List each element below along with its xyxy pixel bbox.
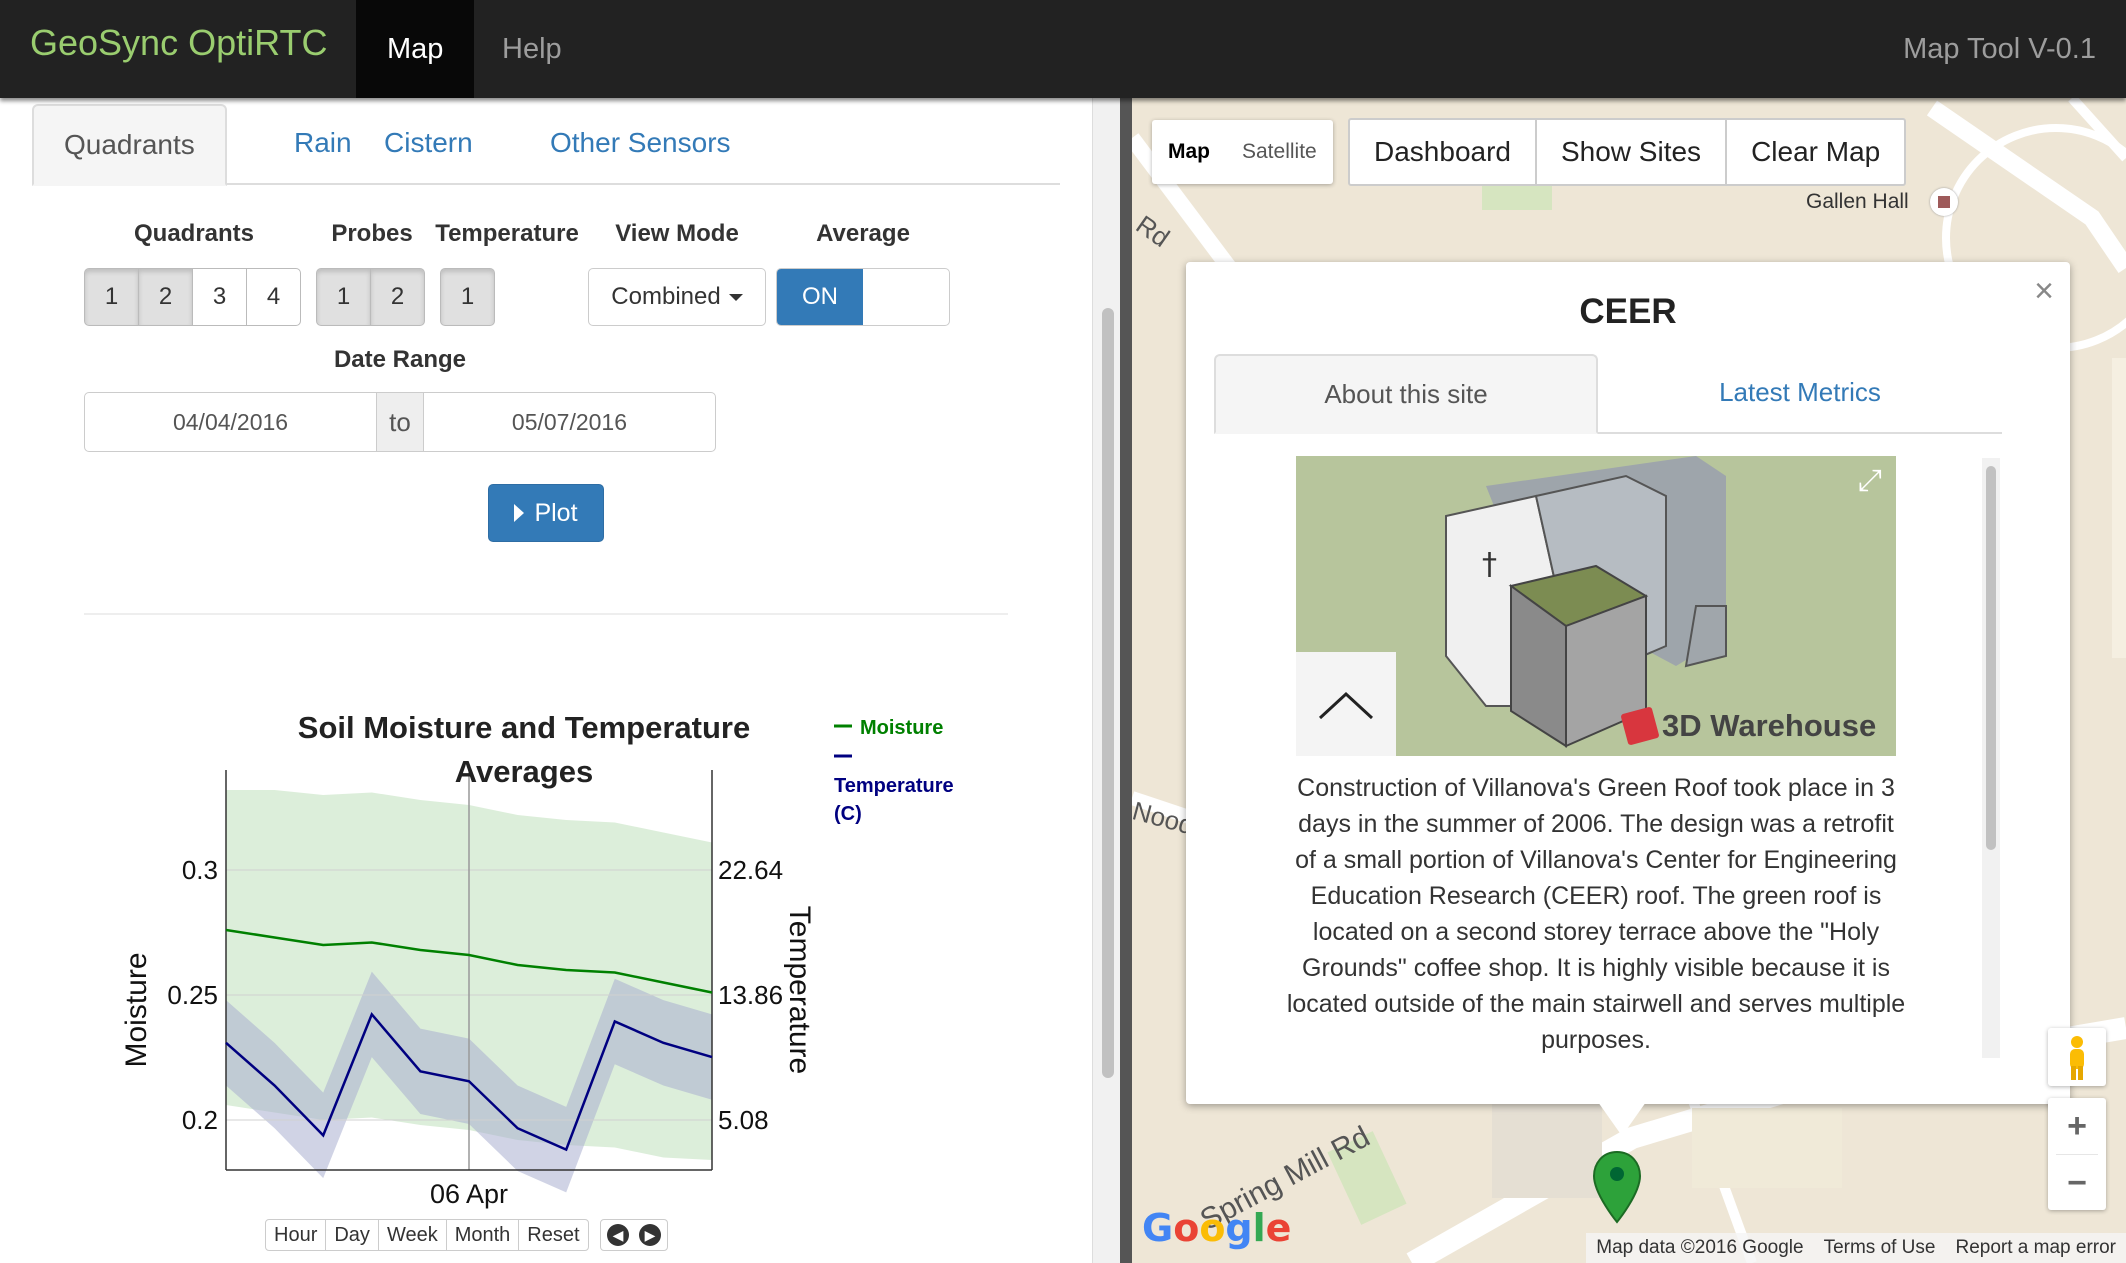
info-window-tail — [1598, 1102, 1646, 1136]
chevron-up-icon — [1318, 691, 1374, 720]
left-scroll-thumb[interactable] — [1102, 308, 1114, 1078]
warehouse-logo-icon — [1620, 706, 1660, 746]
chart-title: Soil Moisture and Temperature Averages — [298, 710, 750, 789]
map-data-text: Map data ©2016 Google — [1596, 1237, 1804, 1258]
version-label: Map Tool V-0.1 — [1903, 33, 2096, 65]
collapse-preview-button[interactable] — [1296, 652, 1396, 756]
range-reset-button[interactable]: Reset — [518, 1219, 589, 1251]
warehouse-text: 3D Warehouse — [1662, 708, 1877, 743]
y-axis-title: Moisture — [120, 952, 153, 1067]
map-attribution: Map data ©2016 Google Terms of Use Repor… — [1586, 1233, 2126, 1263]
zoom-in-button[interactable]: + — [2048, 1098, 2106, 1154]
clear-map-button[interactable]: Clear Map — [1725, 120, 1904, 184]
site-description: Construction of Villanova's Green Roof t… — [1286, 774, 1906, 1054]
left-panel: Quadrants Rain Cistern Other Sensors Qua… — [0, 98, 1092, 1263]
pan-left-icon[interactable]: ◀ — [607, 1224, 629, 1246]
moisture-temperature-chart: 0.3 22.64 0.25 13.86 0.2 5.08 06 Apr Moisture Te… — [120, 710, 954, 1209]
warehouse-watermark: 3D Warehouse — [1620, 706, 1877, 746]
y2-tick-label-1: 13.86 — [718, 980, 783, 1010]
range-week-button[interactable]: Week — [377, 1219, 447, 1251]
top-navbar: GeoSync OptiRTC Map Help Map Tool V-0.1 — [0, 0, 2126, 98]
map-view[interactable]: Rd Nood Spring Mill Rd Gallen Hall Map S… — [1132, 98, 2126, 1263]
legend-temperature-unit: (C) — [834, 803, 862, 825]
show-sites-button[interactable]: Show Sites — [1534, 120, 1725, 184]
y-tick-label-0: 0.3 — [182, 855, 218, 885]
y2-tick-label-2: 5.08 — [718, 1105, 769, 1135]
nav-map[interactable]: Map — [356, 0, 475, 98]
range-day-button[interactable]: Day — [325, 1219, 379, 1251]
tab-latest-metrics[interactable]: Latest Metrics — [1598, 354, 2002, 434]
zoom-control: + − — [2048, 1098, 2106, 1210]
site-info-window: × CEER About this site Latest Metrics † … — [1186, 262, 2070, 1104]
place-pin-icon[interactable] — [1930, 188, 1958, 216]
expand-icon[interactable]: ⤢ — [1858, 464, 1882, 498]
street-view-pegman[interactable] — [2048, 1028, 2106, 1086]
range-hour-button[interactable]: Hour — [265, 1219, 327, 1251]
x-axis-label: 06 Apr — [430, 1179, 508, 1209]
map-marker-icon[interactable] — [1592, 1150, 1642, 1224]
place-label[interactable]: Gallen Hall — [1806, 190, 1909, 214]
panel-divider[interactable] — [1120, 98, 1132, 1263]
report-error-link[interactable]: Report a map error — [1945, 1233, 2126, 1263]
google-logo[interactable]: Google — [1142, 1206, 1291, 1250]
map-action-buttons: Dashboard Show Sites Clear Map — [1348, 118, 1907, 186]
site-title: CEER — [1579, 292, 1677, 331]
map-type-map[interactable]: Map — [1152, 120, 1226, 184]
nav-help[interactable]: Help — [471, 0, 593, 98]
pan-buttons: ◀ ▶ — [600, 1219, 668, 1251]
building-3d-preview[interactable]: † ⤢ 3D Warehouse — [1296, 456, 1896, 756]
y-tick-label-2: 0.2 — [182, 1105, 218, 1135]
y2-axis-title: Temperature — [783, 906, 816, 1074]
range-selector: Hour Day Week Month Reset — [265, 1219, 589, 1251]
site-tabs: About this site Latest Metrics — [1214, 354, 2002, 434]
tab-about-site[interactable]: About this site — [1214, 354, 1598, 434]
info-scrollbar[interactable] — [1982, 458, 2000, 1058]
map-type-control: Map Satellite — [1152, 120, 1333, 184]
pan-right-icon[interactable]: ▶ — [639, 1224, 661, 1246]
legend-moisture-label: Moisture — [860, 717, 943, 739]
brand-title[interactable]: GeoSync OptiRTC — [30, 22, 327, 64]
info-scroll-thumb[interactable] — [1986, 466, 1996, 850]
left-scrollbar[interactable] — [1092, 98, 1120, 1263]
y-tick-label-1: 0.25 — [167, 980, 218, 1010]
svg-text:†: † — [1482, 547, 1497, 582]
pegman-icon — [2070, 1036, 2084, 1080]
y2-tick-label-0: 22.64 — [718, 855, 783, 885]
terms-link[interactable]: Terms of Use — [1814, 1233, 1946, 1263]
map-type-satellite[interactable]: Satellite — [1226, 120, 1333, 184]
range-month-button[interactable]: Month — [445, 1219, 520, 1251]
dashboard-button[interactable]: Dashboard — [1350, 120, 1535, 184]
legend-temperature-label: Temperature — [834, 775, 954, 797]
zoom-out-button[interactable]: − — [2048, 1155, 2106, 1211]
